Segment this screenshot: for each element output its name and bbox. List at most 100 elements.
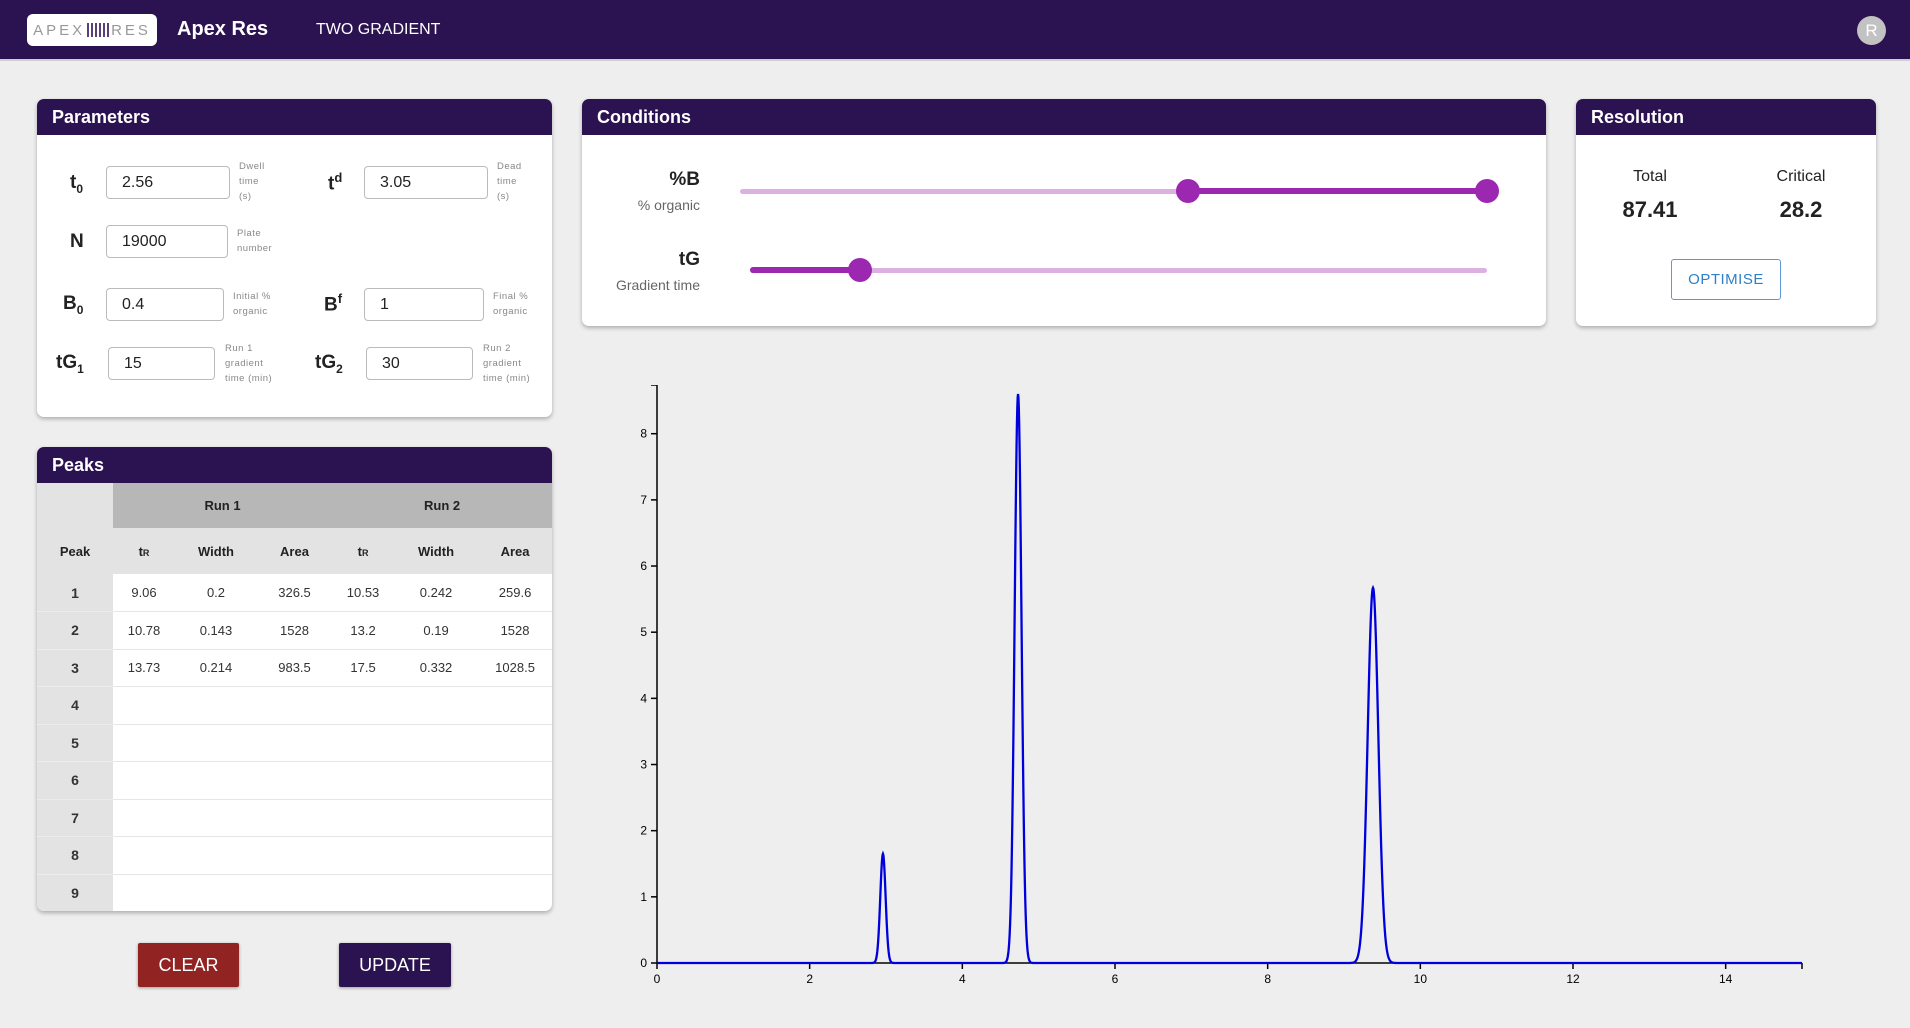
col-r2-tr: tR	[332, 528, 395, 574]
cell-r1-tr[interactable]	[113, 724, 175, 762]
peak-number: 8	[37, 836, 113, 875]
cell-r2-area[interactable]	[478, 836, 552, 875]
td-input[interactable]	[364, 166, 488, 199]
cell-r2-tr[interactable]	[332, 724, 395, 762]
cell-r2-tr[interactable]: 13.2	[332, 611, 395, 650]
cell-r1-area[interactable]	[257, 686, 333, 725]
cell-r1-width[interactable]: 0.2	[175, 574, 257, 612]
y-tick-label: 1	[640, 890, 647, 904]
tg1-label-main: tG	[56, 352, 78, 373]
cell-r2-width[interactable]	[394, 724, 479, 762]
table-row: 2 10.78 0.143 1528 13.2 0.19 1528	[37, 611, 552, 650]
cell-r1-area[interactable]	[257, 724, 333, 762]
cell-r2-width[interactable]	[394, 799, 479, 837]
x-tick-label: 12	[1566, 972, 1580, 985]
chart-axes: 0 2 4 6 8 10 12 14012345678	[640, 385, 1803, 985]
tg-slider-thumb[interactable]	[848, 258, 872, 282]
clear-button[interactable]: CLEAR	[138, 943, 239, 987]
cell-r1-area[interactable]	[257, 799, 333, 837]
cell-r1-tr[interactable]	[113, 761, 175, 800]
cell-r2-tr[interactable]	[332, 799, 395, 837]
tg2-input[interactable]	[366, 347, 473, 380]
table-row: 7	[37, 799, 552, 837]
cell-r1-area[interactable]: 1528	[257, 611, 333, 650]
cell-r1-tr[interactable]	[113, 874, 175, 911]
percent-b-slider-range	[1188, 188, 1487, 194]
app-title: Apex Res	[177, 18, 269, 40]
critical-label: Critical	[1776, 168, 1826, 185]
cell-r1-tr[interactable]	[113, 836, 175, 875]
cell-r2-tr[interactable]	[332, 686, 395, 725]
peaks-header: Peaks	[37, 447, 552, 483]
percent-b-slider-thumb-low[interactable]	[1176, 179, 1200, 203]
cell-r2-area[interactable]	[478, 761, 552, 800]
cell-r2-tr[interactable]: 17.5	[332, 649, 395, 687]
cell-r2-tr[interactable]	[332, 836, 395, 875]
b0-label: B0	[63, 293, 83, 317]
peak-number: 4	[37, 686, 113, 725]
cell-r2-area[interactable]	[478, 799, 552, 837]
update-button[interactable]: UPDATE	[339, 943, 451, 987]
bf-desc-line: Final %	[493, 291, 529, 302]
peak-number: 5	[37, 724, 113, 762]
cell-r1-tr[interactable]	[113, 686, 175, 725]
t0-input[interactable]	[106, 166, 230, 199]
percent-b-slider-thumb-high[interactable]	[1475, 179, 1499, 203]
cell-r2-width[interactable]	[394, 836, 479, 875]
n-input[interactable]	[106, 225, 228, 258]
nav-two-gradient[interactable]: TWO GRADIENT	[316, 21, 440, 39]
cell-r1-width[interactable]	[175, 799, 257, 837]
cell-r1-area[interactable]	[257, 874, 333, 911]
cell-r2-area[interactable]: 259.6	[478, 574, 552, 612]
cell-r2-width[interactable]	[394, 761, 479, 800]
cell-r2-area[interactable]: 1528	[478, 611, 552, 650]
cell-r1-width[interactable]	[175, 836, 257, 875]
col-r2-area: Area	[478, 528, 552, 574]
cell-r1-width[interactable]	[175, 761, 257, 800]
x-tick-label: 14	[1719, 972, 1733, 985]
cell-r2-width[interactable]: 0.242	[394, 574, 479, 612]
cell-r1-tr[interactable]: 9.06	[113, 574, 175, 612]
peak-number: 9	[37, 874, 113, 911]
cell-r1-area[interactable]	[257, 836, 333, 875]
cell-r1-width[interactable]: 0.143	[175, 611, 257, 650]
cell-r2-width[interactable]: 0.332	[394, 649, 479, 687]
cell-r2-area[interactable]	[478, 686, 552, 725]
cell-r2-area[interactable]	[478, 874, 552, 911]
apex-res-logo[interactable]: APEX RES	[27, 14, 157, 46]
cell-r2-tr[interactable]	[332, 761, 395, 800]
tg-label: tG	[678, 249, 700, 270]
cell-r1-width[interactable]	[175, 874, 257, 911]
total-label: Total	[1633, 168, 1667, 185]
cell-r1-tr[interactable]: 10.78	[113, 611, 175, 650]
cell-r2-width[interactable]	[394, 874, 479, 911]
cell-r1-tr[interactable]: 13.73	[113, 649, 175, 687]
tg1-label-sub: 1	[77, 361, 84, 376]
optimise-button[interactable]: OPTIMISE	[1671, 259, 1781, 300]
tg1-desc-line: time (min)	[225, 373, 273, 384]
cell-r1-area[interactable]: 983.5	[257, 649, 333, 687]
cell-r2-width[interactable]: 0.19	[394, 611, 479, 650]
n-desc: Plate number	[237, 226, 272, 256]
b0-input[interactable]	[106, 288, 224, 321]
cell-r2-area[interactable]	[478, 724, 552, 762]
cell-r1-width[interactable]	[175, 724, 257, 762]
bf-input[interactable]	[364, 288, 484, 321]
peak-number: 3	[37, 649, 113, 687]
user-avatar[interactable]: R	[1857, 16, 1886, 45]
cell-r1-width[interactable]: 0.214	[175, 649, 257, 687]
cell-r1-area[interactable]: 326.5	[257, 574, 333, 612]
b0-desc-line: Initial %	[233, 291, 271, 302]
bf-label: Bf	[324, 291, 342, 316]
peak-number: 2	[37, 611, 113, 650]
cell-r1-tr[interactable]	[113, 799, 175, 837]
cell-r2-area[interactable]: 1028.5	[478, 649, 552, 687]
cell-r2-tr[interactable]	[332, 874, 395, 911]
cell-r1-width[interactable]	[175, 686, 257, 725]
tg2-desc-line: Run 2	[483, 343, 511, 354]
cell-r2-tr[interactable]: 10.53	[332, 574, 395, 612]
cell-r2-width[interactable]	[394, 686, 479, 725]
y-tick-label: 8	[640, 427, 647, 441]
cell-r1-area[interactable]	[257, 761, 333, 800]
tg1-input[interactable]	[108, 347, 215, 380]
